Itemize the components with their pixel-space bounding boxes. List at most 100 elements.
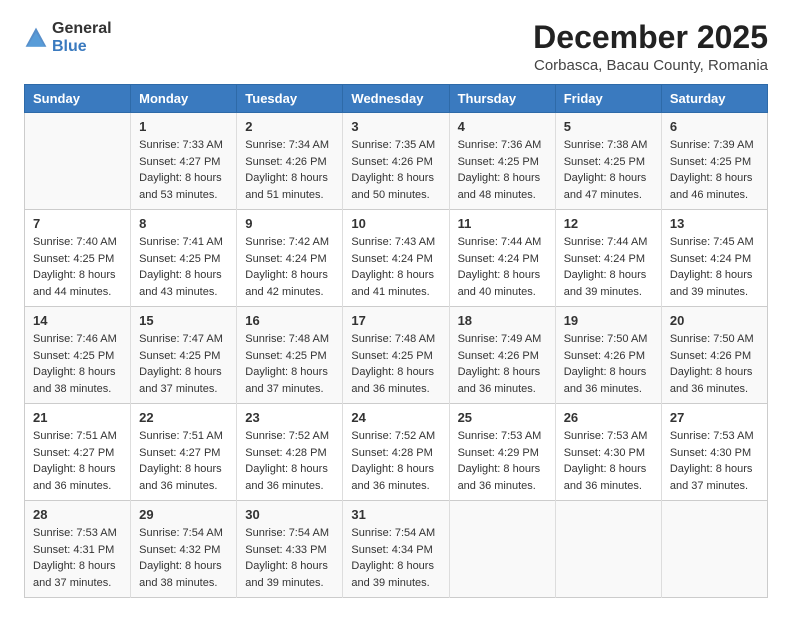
subtitle: Corbasca, Bacau County, Romania bbox=[533, 57, 768, 74]
day-number: 28 bbox=[33, 507, 122, 522]
calendar-body: 1 Sunrise: 7:33 AMSunset: 4:27 PMDayligh… bbox=[25, 113, 768, 598]
calendar-cell-w2-d4: 18 Sunrise: 7:49 AMSunset: 4:26 PMDaylig… bbox=[449, 307, 555, 404]
day-number: 6 bbox=[670, 119, 759, 134]
calendar-cell-w3-d6: 27 Sunrise: 7:53 AMSunset: 4:30 PMDaylig… bbox=[661, 404, 767, 501]
logo: General Blue bbox=[24, 20, 112, 55]
day-number: 13 bbox=[670, 216, 759, 231]
day-number: 22 bbox=[139, 410, 228, 425]
calendar-cell-w1-d6: 13 Sunrise: 7:45 AMSunset: 4:24 PMDaylig… bbox=[661, 210, 767, 307]
day-number: 29 bbox=[139, 507, 228, 522]
day-number: 3 bbox=[351, 119, 440, 134]
calendar-cell-w0-d3: 3 Sunrise: 7:35 AMSunset: 4:26 PMDayligh… bbox=[343, 113, 449, 210]
day-number: 21 bbox=[33, 410, 122, 425]
calendar-cell-w0-d4: 4 Sunrise: 7:36 AMSunset: 4:25 PMDayligh… bbox=[449, 113, 555, 210]
calendar-cell-w2-d0: 14 Sunrise: 7:46 AMSunset: 4:25 PMDaylig… bbox=[25, 307, 131, 404]
cell-content: Sunrise: 7:41 AMSunset: 4:25 PMDaylight:… bbox=[139, 234, 228, 300]
calendar-header: Sunday Monday Tuesday Wednesday Thursday… bbox=[25, 85, 768, 113]
header-row: Sunday Monday Tuesday Wednesday Thursday… bbox=[25, 85, 768, 113]
calendar-cell-w4-d5 bbox=[555, 501, 661, 598]
cell-content: Sunrise: 7:35 AMSunset: 4:26 PMDaylight:… bbox=[351, 137, 440, 203]
calendar-cell-w1-d2: 9 Sunrise: 7:42 AMSunset: 4:24 PMDayligh… bbox=[237, 210, 343, 307]
calendar-week-0: 1 Sunrise: 7:33 AMSunset: 4:27 PMDayligh… bbox=[25, 113, 768, 210]
cell-content: Sunrise: 7:43 AMSunset: 4:24 PMDaylight:… bbox=[351, 234, 440, 300]
day-number: 19 bbox=[564, 313, 653, 328]
header-sunday: Sunday bbox=[25, 85, 131, 113]
day-number: 7 bbox=[33, 216, 122, 231]
cell-content: Sunrise: 7:53 AMSunset: 4:30 PMDaylight:… bbox=[670, 428, 759, 494]
cell-content: Sunrise: 7:53 AMSunset: 4:30 PMDaylight:… bbox=[564, 428, 653, 494]
calendar-cell-w3-d2: 23 Sunrise: 7:52 AMSunset: 4:28 PMDaylig… bbox=[237, 404, 343, 501]
cell-content: Sunrise: 7:44 AMSunset: 4:24 PMDaylight:… bbox=[564, 234, 653, 300]
cell-content: Sunrise: 7:52 AMSunset: 4:28 PMDaylight:… bbox=[245, 428, 334, 494]
cell-content: Sunrise: 7:48 AMSunset: 4:25 PMDaylight:… bbox=[245, 331, 334, 397]
logo-text: General Blue bbox=[52, 20, 112, 55]
day-number: 18 bbox=[458, 313, 547, 328]
calendar-cell-w1-d1: 8 Sunrise: 7:41 AMSunset: 4:25 PMDayligh… bbox=[131, 210, 237, 307]
day-number: 4 bbox=[458, 119, 547, 134]
cell-content: Sunrise: 7:53 AMSunset: 4:29 PMDaylight:… bbox=[458, 428, 547, 494]
calendar-cell-w0-d2: 2 Sunrise: 7:34 AMSunset: 4:26 PMDayligh… bbox=[237, 113, 343, 210]
calendar-cell-w2-d1: 15 Sunrise: 7:47 AMSunset: 4:25 PMDaylig… bbox=[131, 307, 237, 404]
day-number: 16 bbox=[245, 313, 334, 328]
cell-content: Sunrise: 7:36 AMSunset: 4:25 PMDaylight:… bbox=[458, 137, 547, 203]
day-number: 27 bbox=[670, 410, 759, 425]
calendar-cell-w2-d6: 20 Sunrise: 7:50 AMSunset: 4:26 PMDaylig… bbox=[661, 307, 767, 404]
calendar-cell-w3-d1: 22 Sunrise: 7:51 AMSunset: 4:27 PMDaylig… bbox=[131, 404, 237, 501]
calendar-week-4: 28 Sunrise: 7:53 AMSunset: 4:31 PMDaylig… bbox=[25, 501, 768, 598]
cell-content: Sunrise: 7:51 AMSunset: 4:27 PMDaylight:… bbox=[139, 428, 228, 494]
cell-content: Sunrise: 7:50 AMSunset: 4:26 PMDaylight:… bbox=[564, 331, 653, 397]
calendar-cell-w4-d3: 31 Sunrise: 7:54 AMSunset: 4:34 PMDaylig… bbox=[343, 501, 449, 598]
calendar-cell-w4-d0: 28 Sunrise: 7:53 AMSunset: 4:31 PMDaylig… bbox=[25, 501, 131, 598]
cell-content: Sunrise: 7:54 AMSunset: 4:34 PMDaylight:… bbox=[351, 525, 440, 591]
header-thursday: Thursday bbox=[449, 85, 555, 113]
day-number: 2 bbox=[245, 119, 334, 134]
cell-content: Sunrise: 7:45 AMSunset: 4:24 PMDaylight:… bbox=[670, 234, 759, 300]
calendar-cell-w1-d4: 11 Sunrise: 7:44 AMSunset: 4:24 PMDaylig… bbox=[449, 210, 555, 307]
cell-content: Sunrise: 7:40 AMSunset: 4:25 PMDaylight:… bbox=[33, 234, 122, 300]
calendar-cell-w0-d5: 5 Sunrise: 7:38 AMSunset: 4:25 PMDayligh… bbox=[555, 113, 661, 210]
calendar-cell-w3-d5: 26 Sunrise: 7:53 AMSunset: 4:30 PMDaylig… bbox=[555, 404, 661, 501]
title-area: December 2025 Corbasca, Bacau County, Ro… bbox=[533, 20, 768, 74]
calendar-cell-w4-d6 bbox=[661, 501, 767, 598]
calendar-cell-w1-d3: 10 Sunrise: 7:43 AMSunset: 4:24 PMDaylig… bbox=[343, 210, 449, 307]
cell-content: Sunrise: 7:49 AMSunset: 4:26 PMDaylight:… bbox=[458, 331, 547, 397]
header-wednesday: Wednesday bbox=[343, 85, 449, 113]
day-number: 8 bbox=[139, 216, 228, 231]
logo-icon bbox=[24, 26, 48, 50]
cell-content: Sunrise: 7:54 AMSunset: 4:33 PMDaylight:… bbox=[245, 525, 334, 591]
calendar-cell-w3-d0: 21 Sunrise: 7:51 AMSunset: 4:27 PMDaylig… bbox=[25, 404, 131, 501]
calendar-week-3: 21 Sunrise: 7:51 AMSunset: 4:27 PMDaylig… bbox=[25, 404, 768, 501]
cell-content: Sunrise: 7:53 AMSunset: 4:31 PMDaylight:… bbox=[33, 525, 122, 591]
cell-content: Sunrise: 7:48 AMSunset: 4:25 PMDaylight:… bbox=[351, 331, 440, 397]
day-number: 11 bbox=[458, 216, 547, 231]
calendar-cell-w2-d3: 17 Sunrise: 7:48 AMSunset: 4:25 PMDaylig… bbox=[343, 307, 449, 404]
cell-content: Sunrise: 7:44 AMSunset: 4:24 PMDaylight:… bbox=[458, 234, 547, 300]
calendar-cell-w4-d1: 29 Sunrise: 7:54 AMSunset: 4:32 PMDaylig… bbox=[131, 501, 237, 598]
calendar-cell-w4-d2: 30 Sunrise: 7:54 AMSunset: 4:33 PMDaylig… bbox=[237, 501, 343, 598]
calendar-cell-w2-d2: 16 Sunrise: 7:48 AMSunset: 4:25 PMDaylig… bbox=[237, 307, 343, 404]
cell-content: Sunrise: 7:33 AMSunset: 4:27 PMDaylight:… bbox=[139, 137, 228, 203]
cell-content: Sunrise: 7:47 AMSunset: 4:25 PMDaylight:… bbox=[139, 331, 228, 397]
day-number: 12 bbox=[564, 216, 653, 231]
calendar-cell-w4-d4 bbox=[449, 501, 555, 598]
day-number: 10 bbox=[351, 216, 440, 231]
calendar-cell-w1-d5: 12 Sunrise: 7:44 AMSunset: 4:24 PMDaylig… bbox=[555, 210, 661, 307]
cell-content: Sunrise: 7:38 AMSunset: 4:25 PMDaylight:… bbox=[564, 137, 653, 203]
calendar-cell-w3-d4: 25 Sunrise: 7:53 AMSunset: 4:29 PMDaylig… bbox=[449, 404, 555, 501]
day-number: 1 bbox=[139, 119, 228, 134]
day-number: 24 bbox=[351, 410, 440, 425]
day-number: 9 bbox=[245, 216, 334, 231]
logo-text-general: General bbox=[52, 20, 112, 38]
header-saturday: Saturday bbox=[661, 85, 767, 113]
header-area: General Blue December 2025 Corbasca, Bac… bbox=[24, 20, 768, 74]
cell-content: Sunrise: 7:52 AMSunset: 4:28 PMDaylight:… bbox=[351, 428, 440, 494]
day-number: 17 bbox=[351, 313, 440, 328]
calendar-cell-w0-d1: 1 Sunrise: 7:33 AMSunset: 4:27 PMDayligh… bbox=[131, 113, 237, 210]
day-number: 20 bbox=[670, 313, 759, 328]
cell-content: Sunrise: 7:39 AMSunset: 4:25 PMDaylight:… bbox=[670, 137, 759, 203]
cell-content: Sunrise: 7:54 AMSunset: 4:32 PMDaylight:… bbox=[139, 525, 228, 591]
day-number: 23 bbox=[245, 410, 334, 425]
day-number: 14 bbox=[33, 313, 122, 328]
calendar-cell-w1-d0: 7 Sunrise: 7:40 AMSunset: 4:25 PMDayligh… bbox=[25, 210, 131, 307]
cell-content: Sunrise: 7:51 AMSunset: 4:27 PMDaylight:… bbox=[33, 428, 122, 494]
